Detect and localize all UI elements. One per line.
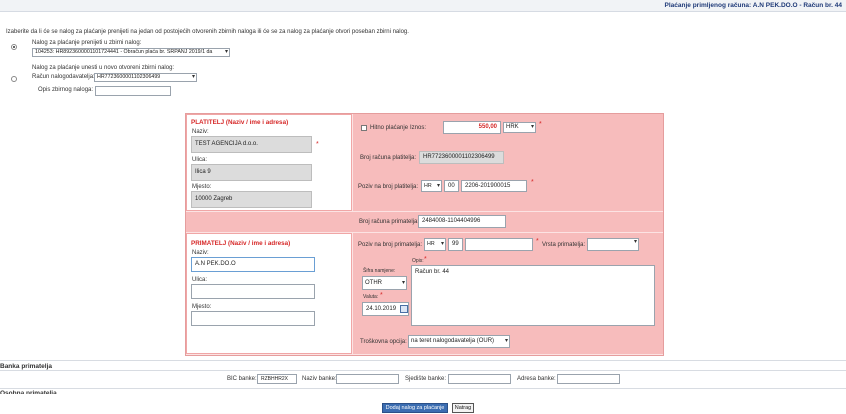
recipient-ref-label: Poziv na broj primatelja: [358,242,423,248]
bic-input[interactable]: RZBHHR2X [257,374,297,384]
desc-textarea[interactable]: Račun br. 44 [411,265,655,326]
option-new-label: Nalog za plaćanje unesti u novo otvoreni… [32,65,175,71]
desc-label: Opis: [412,258,424,264]
payer-ref-model-input[interactable]: 00 [444,180,459,192]
payer-ref-country-select[interactable]: HR [421,180,442,192]
intro-text: Izaberite da li će se nalog za plaćanje … [6,29,409,35]
recipient-city-input[interactable] [191,311,315,326]
back-button[interactable]: Natrag [452,403,474,413]
urgent-checkbox[interactable] [361,125,367,131]
recipient-type-label: Vrsta primatelja: [542,242,586,248]
recipient-name-label: Naziv: [192,250,209,256]
payer-ref-number-input[interactable]: 2206-201900015 [461,180,527,192]
required-mark: * [539,121,542,128]
existing-batch-select[interactable]: 104253: HR8923600001101724441 - Obračun … [32,48,230,57]
payer-street-field: Ilica 9 [191,164,312,181]
recipient-ref-model-input[interactable]: 99 [448,238,463,251]
divider [0,370,846,371]
payer-account-label: Račun nalogodavatelja: [32,74,95,80]
bic-label: BIC banke: [227,376,257,382]
payer-name-field: TEST AGENCIJA d.o.o. [191,136,312,153]
divider [0,360,846,361]
batch-desc-label: Opis zbirnog naloga: [38,87,94,93]
required-mark: * [316,141,319,148]
recipient-name-input[interactable]: A.N PEK.DO.O [191,257,315,272]
bank-seat-label: Sjedište banke: [405,376,447,382]
date-label: Valuta: [363,294,379,300]
bank-name-label: Naziv banke: [302,376,337,382]
divider [0,388,846,389]
batch-desc-input[interactable] [95,86,171,96]
bank-address-input[interactable] [557,374,620,384]
payer-street-label: Ulica: [192,157,208,163]
recipient-type-select[interactable] [587,238,639,251]
amount-input[interactable]: 550,00 [443,121,501,134]
payer-ref-label: Poziv na broj platitelja: [358,184,419,190]
payer-title: PLATITELJ (Naziv / ime i adresa) [191,119,289,126]
recipient-account-input[interactable]: 2484008-1104404996 [418,215,506,228]
bank-address-label: Adresa banke: [517,376,556,382]
payer-city-label: Mjesto: [192,184,212,190]
bank-name-input[interactable] [336,374,399,384]
payer-account-number-field: HR7723600001102306499 [419,151,504,164]
required-mark: * [380,292,383,299]
recipient-street-label: Ulica: [192,277,208,283]
recipient-street-input[interactable] [191,284,315,299]
recipient-ref-number-input[interactable] [465,238,533,251]
payer-city-field: 10000 Zagreb [191,191,312,208]
urgent-label: Hitno plaćanje [370,125,409,131]
recipient-city-label: Mjesto: [192,304,212,310]
currency-select[interactable]: HRK [503,122,536,133]
page-title: Plaćanje primljenog računa: A.N PEK.DO.O… [664,2,842,9]
option-existing-radio[interactable] [11,44,17,50]
add-payment-button[interactable]: Dodaj nalog za plaćanje [382,403,448,413]
required-mark: * [531,179,534,186]
bank-seat-input[interactable] [448,374,511,384]
option-existing-label: Nalog za plaćanje prenijeti u zbirni nal… [32,40,142,46]
recipient-account-label: Broj računa primatelja: [359,219,420,225]
purpose-select[interactable]: OTHR [362,276,407,290]
fee-select[interactable]: na teret nalogodavatelja (OUR) [408,335,510,348]
bank-section-title: Banka primatelja [0,363,53,370]
header-bar: Plaćanje primljenog računa: A.N PEK.DO.O… [0,0,846,12]
recipient-ref-country-select[interactable]: HR [424,238,446,251]
amount-label: Iznos: [410,125,427,131]
fee-label: Troškovna opcija: [360,339,407,345]
option-new-radio[interactable] [11,76,17,82]
recipient-title: PRIMATELJ (Naziv / ime i adresa) [191,240,291,247]
payer-account-select[interactable]: HR7723600001102306499 [94,73,197,82]
purpose-label: Šifra namjene: [363,268,396,274]
payer-name-label: Naziv: [192,129,209,135]
required-mark: * [536,238,539,245]
payer-account-number-label: Broj računa platitelja: [360,155,417,161]
required-mark: * [424,256,427,263]
calendar-icon[interactable] [400,305,408,313]
